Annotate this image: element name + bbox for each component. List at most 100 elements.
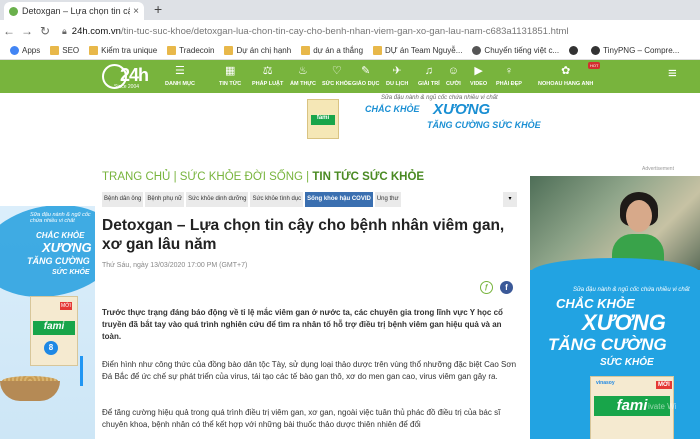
- folder-icon: [89, 46, 99, 55]
- breadcrumb-current[interactable]: TIN TỨC SỨC KHỎE: [312, 171, 424, 183]
- article-title: Detoxgan – Lựa chọn tin cậy cho bệnh nhâ…: [102, 217, 505, 253]
- nav-item-icon: ▶: [474, 65, 483, 77]
- top-banner-ad[interactable]: fami Sữa đậu nành & ngũ cốc chứa nhiều v…: [285, 93, 615, 145]
- nav-item-label: SỨC KHỎE: [322, 81, 352, 87]
- reload-icon[interactable]: ↻: [36, 24, 54, 38]
- panda-icon: [591, 46, 601, 55]
- logo-text: 24h: [120, 65, 149, 85]
- banner-line2: XƯƠNG: [433, 101, 491, 118]
- nav-item[interactable]: ♫ GIẢI TRÍ: [418, 64, 440, 87]
- share-google-icon[interactable]: ƒ: [480, 281, 493, 294]
- straw-image: [80, 356, 83, 386]
- bookmark-label: dự án a thắng: [313, 46, 364, 55]
- left-ad-small: Sữa đậu nành & ngũ cốc chứa nhiều vi chấ…: [30, 212, 91, 224]
- nav-item[interactable]: ▦ TIN TỨC: [219, 64, 241, 87]
- bowl-image: [0, 381, 60, 401]
- vinasoy-brand: vinasoy: [596, 380, 615, 386]
- article-paragraph: Để tăng cường hiệu quả trong quá trình đ…: [102, 408, 501, 429]
- subnav-tab[interactable]: Bệnh dân ông: [102, 192, 144, 207]
- new-badge: MỚI: [656, 381, 672, 389]
- bookmark-item[interactable]: TinyPNG – Compre...: [591, 46, 679, 55]
- page-content: fami Sữa đậu nành & ngũ cốc chứa nhiều v…: [0, 93, 700, 439]
- nav-item-icon: ♫: [424, 65, 433, 77]
- subnav-tab[interactable]: Bệnh phụ nữ: [145, 192, 185, 207]
- tab-close-icon[interactable]: ×: [133, 6, 139, 17]
- right-side-ad[interactable]: Sữa đậu nành & ngũ cốc chứa nhiều vi chấ…: [530, 176, 700, 439]
- bookmark-label: Dự án chị hạnh: [236, 46, 292, 55]
- nav-item-icon: ♡: [331, 65, 342, 77]
- nav-item-label: GIÁO DỤC: [352, 81, 380, 87]
- nav-item-label: PHÁI ĐẸP: [496, 81, 522, 87]
- bookmark-item[interactable]: [569, 46, 581, 55]
- bookmark-item[interactable]: Apps: [10, 46, 40, 55]
- bookmark-item[interactable]: Tradecoin: [167, 46, 214, 55]
- nav-item[interactable]: ☺ CƯỜI: [446, 64, 461, 87]
- nav-item[interactable]: ✎ GIÁO DỤC: [352, 64, 380, 87]
- right-ad-line1: CHẮC KHỎE: [556, 296, 635, 311]
- subnav-tab[interactable]: Sức khỏe tình dục: [250, 192, 304, 207]
- hamburger-menu-icon[interactable]: ≡: [668, 65, 677, 82]
- browser-tab[interactable]: Detoxgan – Lựa chọn tin cậy cho ×: [4, 2, 144, 20]
- globe-icon: [569, 46, 579, 55]
- url-domain: 24h.com.vn: [71, 25, 121, 37]
- new-tab-button[interactable]: +: [154, 1, 162, 17]
- lock-icon[interactable]: 🔒︎: [62, 26, 67, 37]
- nav-item[interactable]: ♀ PHÁI ĐẸP: [496, 64, 522, 87]
- nav-item[interactable]: ✿ NOHOAU HANG ANH: [538, 64, 593, 87]
- nav-item-icon: ⚖: [262, 65, 273, 77]
- nav-item[interactable]: ✈ DU LỊCH: [386, 64, 408, 87]
- nav-item-label: PHÁP LUẬT: [252, 81, 284, 87]
- nav-item-label: TIN TỨC: [219, 81, 242, 87]
- article-paragraph: Điển hình như công thức của đồng bào dân…: [102, 360, 517, 381]
- nav-item-label: NOHOAU HANG ANH: [538, 81, 594, 87]
- fami-brand: fami: [311, 115, 335, 125]
- share-facebook-icon[interactable]: f: [500, 281, 513, 294]
- folder-icon: [224, 46, 234, 55]
- subnav-tab[interactable]: Ung thư: [374, 192, 401, 207]
- site-logo[interactable]: 24h Since 2004: [100, 62, 150, 91]
- tab-title: Detoxgan – Lựa chọn tin cậy cho: [22, 6, 131, 16]
- bookmark-item[interactable]: Dự án chị hạnh: [224, 46, 291, 55]
- new-badge: MỚI: [60, 302, 72, 310]
- bookmark-item[interactable]: SEO: [50, 46, 79, 55]
- site-favicon-icon: [9, 6, 18, 16]
- bookmark-item[interactable]: Chuyển tiếng việt c...: [472, 46, 559, 55]
- ad-wave-shape: [530, 258, 700, 288]
- nav-item[interactable]: ♡ SỨC KHỎE: [322, 64, 352, 87]
- breadcrumb: TRANG CHỦ | SỨC KHỎE ĐỜI SỐNG | TIN TỨC …: [102, 171, 424, 183]
- bookmark-label: TinyPNG – Compre...: [603, 46, 680, 55]
- right-ad-line3: TĂNG CƯỜNG: [548, 335, 667, 354]
- right-ad-small: Sữa đậu nành & ngũ cốc chứa nhiều vi chấ…: [573, 287, 690, 293]
- folder-icon: [301, 46, 311, 55]
- forward-icon[interactable]: →: [18, 24, 36, 38]
- nav-item[interactable]: ☰ DANH MỤC: [165, 64, 195, 87]
- folder-icon: [50, 46, 60, 55]
- bookmark-label: DỰ án Team Nguyễ...: [385, 46, 463, 55]
- banner-line1: CHẮC KHỎE: [365, 104, 420, 114]
- article-lead: Trước thực trạng đáng báo động về tỉ lệ …: [102, 308, 503, 341]
- nav-item[interactable]: ♨ ẨM THỰC: [290, 64, 316, 87]
- breadcrumb-home[interactable]: TRANG CHỦ: [102, 171, 170, 183]
- bookmark-label: Apps: [22, 46, 41, 55]
- nav-item[interactable]: ⚖ PHÁP LUẬT: [252, 64, 283, 87]
- breadcrumb-section[interactable]: SỨC KHỎE ĐỜI SỐNG: [180, 171, 303, 183]
- back-icon[interactable]: ←: [0, 24, 18, 38]
- os-watermark: ivate Wi: [648, 402, 677, 411]
- sync-icon: [472, 46, 482, 55]
- nav-item-label: ẨM THỰC: [290, 81, 316, 87]
- nav-item[interactable]: ▶ VIDEO: [470, 64, 487, 87]
- bookmark-item[interactable]: dự án a thắng: [301, 46, 363, 55]
- url-input[interactable]: 🔒︎ 24h.com.vn /tin-tuc-suc-khoe/detoxgan…: [62, 26, 569, 37]
- bookmark-label: Tradecoin: [179, 46, 215, 55]
- bookmarks-bar: Apps SEO Kiểm tra unique Tradecoin Dự án chị…: [0, 42, 700, 60]
- subnav-more-icon[interactable]: ▾: [503, 192, 517, 207]
- nav-item-icon: ☺: [447, 65, 459, 77]
- subnav-tab[interactable]: Sống khỏe hậu COVID: [305, 192, 373, 207]
- subnav-tab[interactable]: Sức khỏe dinh dưỡng: [186, 192, 249, 207]
- left-ad-line3: TĂNG CƯỜNG: [27, 256, 90, 266]
- bookmark-item[interactable]: DỰ án Team Nguyễ...: [373, 46, 462, 55]
- article-column: TRANG CHỦ | SỨC KHỎE ĐỜI SỐNG | TIN TỨC …: [98, 156, 521, 439]
- bookmark-item[interactable]: Kiểm tra unique: [89, 46, 157, 55]
- left-side-ad[interactable]: Sữa đậu nành & ngũ cốc chứa nhiều vi chấ…: [0, 206, 95, 439]
- nav-item-icon: ▦: [224, 65, 236, 77]
